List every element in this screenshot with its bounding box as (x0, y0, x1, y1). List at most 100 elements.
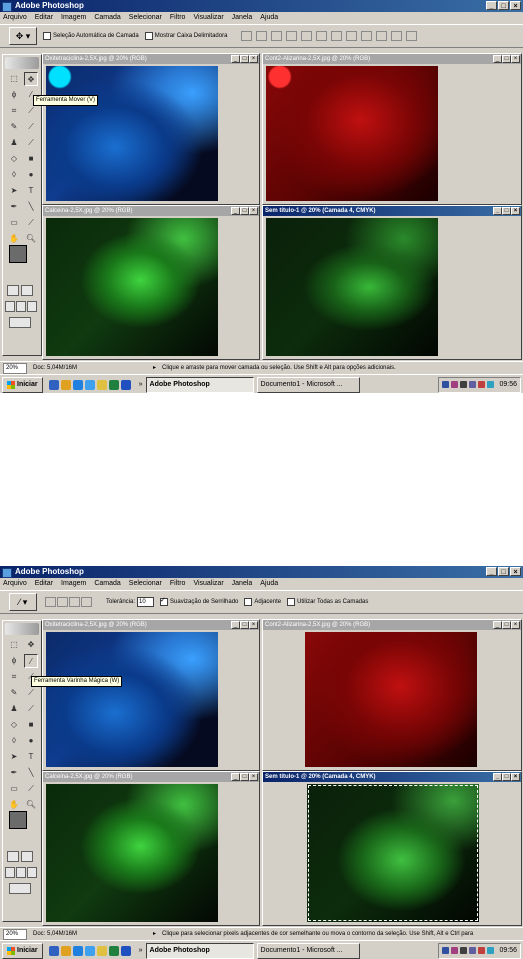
tray-icon[interactable] (451, 381, 459, 388)
screen-mode-icon[interactable] (16, 867, 26, 878)
tray-icon[interactable] (487, 947, 495, 954)
photoshop-eye-logo[interactable] (5, 57, 39, 69)
distribute-icon[interactable] (346, 31, 358, 41)
stamp-tool-icon[interactable]: ♟ (7, 702, 21, 716)
maximize-button[interactable]: □ (502, 207, 511, 215)
screen-mode-icon[interactable] (27, 301, 37, 312)
move-tool-icon[interactable]: ✥ (24, 72, 38, 86)
menu-arquivo[interactable]: Arquivo (3, 12, 27, 23)
menu-ajuda[interactable]: Ajuda (260, 578, 278, 589)
document-window-blue[interactable]: Oxitetraciclina-2,5X.jpg @ 20% (RGB) _ □ × (42, 53, 260, 205)
tray-icon[interactable] (487, 381, 495, 388)
tray-icon[interactable] (460, 381, 468, 388)
menu-imagem[interactable]: Imagem (61, 12, 86, 23)
screen-mode-icon[interactable] (5, 301, 15, 312)
magic-wand-tool-icon[interactable]: ⁄ ▾ (9, 593, 37, 611)
dodge-tool-icon[interactable]: ● (24, 168, 38, 182)
close-button[interactable]: × (511, 207, 520, 215)
quicklaunch-icon[interactable] (108, 945, 119, 956)
menu-editar[interactable]: Editar (35, 578, 53, 589)
eraser-tool-icon[interactable]: ◇ (7, 718, 21, 732)
crop-tool-icon[interactable]: ⌗ (7, 104, 21, 118)
menu-selecionar[interactable]: Selecionar (129, 12, 162, 23)
move-tool-icon[interactable]: ✥ (24, 638, 38, 652)
move-tool-icon[interactable]: ✥ ▾ (9, 27, 37, 45)
auto-select-checkbox[interactable] (43, 32, 51, 40)
quicklaunch-icon[interactable] (84, 379, 95, 390)
quicklaunch-icon[interactable] (120, 379, 131, 390)
tolerance-input[interactable]: 10 (137, 597, 155, 607)
document-window-blue[interactable]: Oxitetraciclina-2,5X.jpg @ 20% (RGB) _ □ × (42, 619, 260, 771)
taskbar-item-word[interactable]: Documento1 - Microsoft ... (256, 376, 360, 393)
menu-editar[interactable]: Editar (35, 12, 53, 23)
screen-mode-icon[interactable] (16, 301, 26, 312)
tray-icon[interactable] (469, 381, 477, 388)
align-icon[interactable] (241, 31, 253, 41)
taskbar-more-arrows[interactable]: » (139, 381, 143, 388)
quicklaunch-icon[interactable] (72, 379, 83, 390)
subtract-selection-icon[interactable] (69, 597, 80, 607)
align-icon[interactable] (316, 31, 328, 41)
gradient-tool-icon[interactable]: ■ (24, 152, 38, 166)
intersect-selection-icon[interactable] (81, 597, 92, 607)
notes-tool-icon[interactable]: ▭ (7, 782, 21, 796)
antialias-checkbox[interactable] (160, 596, 169, 606)
jump-to-imageready-icon[interactable] (9, 317, 31, 328)
quickmask-mode-icon[interactable] (21, 851, 33, 862)
zoom-field[interactable]: 20% (3, 929, 27, 940)
hand-tool-icon[interactable]: ✋ (7, 798, 21, 812)
menu-janela[interactable]: Janela (232, 12, 253, 23)
document-window-merged[interactable]: Sem título-1 @ 20% (Camada 4, CMYK) _ □ × (262, 205, 522, 360)
quicklaunch-icon[interactable] (84, 945, 95, 956)
pen-tool-icon[interactable]: ✒ (7, 200, 21, 214)
quicklaunch-icon[interactable] (48, 945, 59, 956)
standard-mode-icon[interactable] (7, 285, 19, 296)
add-selection-icon[interactable] (57, 597, 68, 607)
document-window-red[interactable]: Cont2-Alizarina-2,5X.jpg @ 20% (RGB) _ □ × (262, 53, 522, 205)
maximize-button[interactable]: □ (240, 621, 249, 629)
tray-icon[interactable] (478, 947, 486, 954)
marquee-tool-icon[interactable]: ⬚ (7, 638, 21, 652)
quicklaunch-icon[interactable] (96, 379, 107, 390)
start-button[interactable]: Iniciar (2, 376, 43, 393)
maximize-button[interactable]: □ (240, 207, 249, 215)
screen-mode-icon[interactable] (5, 867, 15, 878)
lasso-tool-icon[interactable]: ϕ (7, 654, 21, 668)
close-button[interactable]: × (249, 621, 258, 629)
shape-tool-icon[interactable]: ╲ (24, 766, 38, 780)
quicklaunch-icon[interactable] (72, 945, 83, 956)
align-icon[interactable] (301, 31, 313, 41)
foreground-color-swatch[interactable] (9, 245, 27, 263)
zoom-tool-icon[interactable]: 🔍︎ (24, 232, 38, 246)
quicklaunch-icon[interactable] (96, 945, 107, 956)
healing-brush-icon[interactable]: ✎ (7, 120, 21, 134)
blur-tool-icon[interactable]: ◊ (7, 734, 21, 748)
path-select-icon[interactable]: ➤ (7, 184, 21, 198)
tray-icon[interactable] (442, 381, 450, 388)
distribute-icon[interactable] (376, 31, 388, 41)
pen-tool-icon[interactable]: ✒ (7, 766, 21, 780)
align-icon[interactable] (271, 31, 283, 41)
document-window-merged[interactable]: Sem título-1 @ 20% (Camada 4, CMYK) _ □ × (262, 771, 522, 926)
distribute-icon[interactable] (361, 31, 373, 41)
maximize-button[interactable]: □ (240, 55, 249, 63)
magic-wand-tool-icon[interactable]: ⁄ (24, 654, 38, 668)
eraser-tool-icon[interactable]: ◇ (7, 152, 21, 166)
brush-tool-icon[interactable]: ⟋ (24, 686, 38, 700)
lasso-tool-icon[interactable]: ϕ (7, 88, 21, 102)
close-button[interactable]: × (511, 55, 520, 63)
maximize-button[interactable]: □ (498, 1, 509, 10)
close-button[interactable]: × (249, 55, 258, 63)
distribute-icon[interactable] (391, 31, 403, 41)
tray-icon[interactable] (442, 947, 450, 954)
minimize-button[interactable]: _ (493, 773, 502, 781)
document-window-red[interactable]: Cont2-Alizarina-2,5X.jpg @ 20% (RGB) _ □ × (262, 619, 522, 771)
zoom-field[interactable]: 20% (3, 363, 27, 374)
quicklaunch-icon[interactable] (108, 379, 119, 390)
maximize-button[interactable]: □ (502, 621, 511, 629)
minimize-button[interactable]: _ (486, 567, 497, 576)
crop-tool-icon[interactable]: ⌗ (7, 670, 21, 684)
show-bounds-checkbox[interactable] (144, 32, 153, 40)
menu-filtro[interactable]: Filtro (170, 12, 186, 23)
blur-tool-icon[interactable]: ◊ (7, 168, 21, 182)
